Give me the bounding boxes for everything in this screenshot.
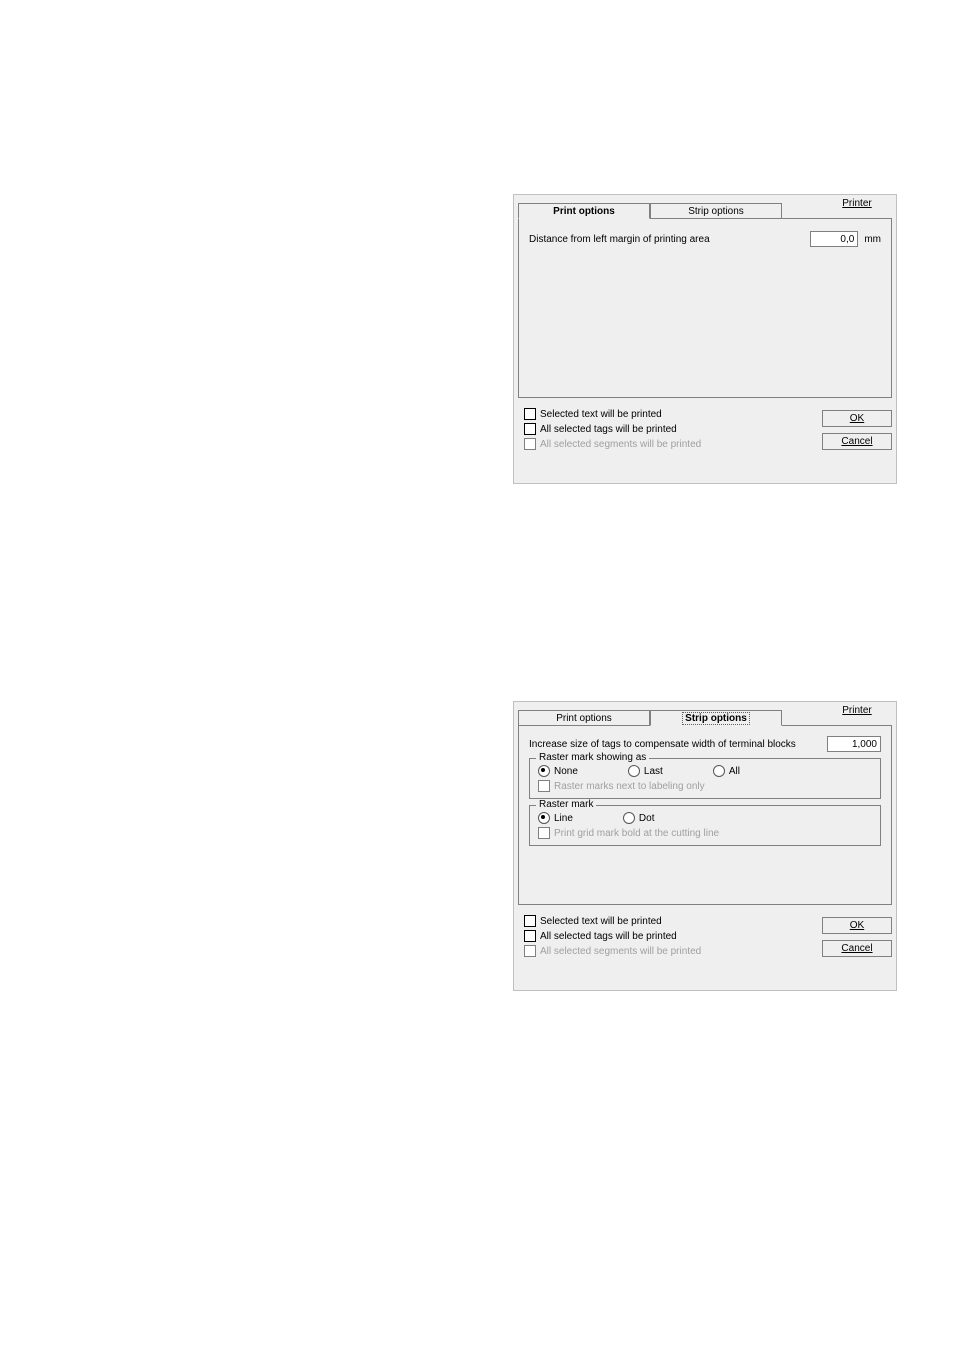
checkbox-icon xyxy=(524,438,536,450)
button-column: OK Cancel xyxy=(822,911,892,960)
distance-unit: mm xyxy=(864,234,881,245)
radio-row: Line Dot xyxy=(538,812,872,824)
group-raster-mark: Raster mark Line Dot Print grid mark bol… xyxy=(529,805,881,846)
cancel-button[interactable]: Cancel xyxy=(822,940,892,957)
side-column: Printer xyxy=(822,705,892,716)
check-next-to-labeling: Raster marks next to labeling only xyxy=(538,780,872,792)
radio-all[interactable]: All xyxy=(713,765,740,777)
distance-label: Distance from left margin of printing ar… xyxy=(529,234,810,245)
ok-button[interactable]: OK xyxy=(822,410,892,427)
checkbox-icon xyxy=(524,423,536,435)
checkbox-icon xyxy=(524,408,536,420)
radio-label: Last xyxy=(644,766,663,777)
group-legend: Raster mark xyxy=(536,799,596,810)
check-bold-grid-mark: Print grid mark bold at the cutting line xyxy=(538,827,872,839)
options-panel: Increase size of tags to compensate widt… xyxy=(518,725,892,905)
group-raster-showing: Raster mark showing as None Last All Ras… xyxy=(529,758,881,799)
radio-last[interactable]: Last xyxy=(628,765,663,777)
checkbox-icon xyxy=(524,930,536,942)
checkbox-icon xyxy=(538,827,550,839)
tab-label: Print options xyxy=(553,206,615,217)
checkbox-icon xyxy=(524,945,536,957)
radio-line[interactable]: Line xyxy=(538,812,573,824)
check-all-segments: All selected segments will be printed xyxy=(524,438,810,450)
increase-input[interactable] xyxy=(827,736,881,752)
radio-label: Line xyxy=(554,813,573,824)
check-all-tags[interactable]: All selected tags will be printed xyxy=(524,423,810,435)
check-label: Selected text will be printed xyxy=(540,916,662,927)
radio-icon xyxy=(713,765,725,777)
cancel-button[interactable]: Cancel xyxy=(822,433,892,450)
tab-print-options[interactable]: Print options xyxy=(518,203,650,219)
check-column: Selected text will be printed All select… xyxy=(518,404,816,453)
radio-icon xyxy=(623,812,635,824)
bottom-area: Selected text will be printed All select… xyxy=(518,404,892,453)
check-label: Print grid mark bold at the cutting line xyxy=(554,828,719,839)
button-label: Cancel xyxy=(841,436,872,447)
check-selected-text[interactable]: Selected text will be printed xyxy=(524,915,810,927)
group-legend: Raster mark showing as xyxy=(536,752,649,763)
button-column: OK Cancel xyxy=(822,404,892,453)
check-label: All selected tags will be printed xyxy=(540,424,677,435)
tab-label: Strip options xyxy=(683,713,749,724)
print-dialog-strip-options: Print options Strip options Printer Incr… xyxy=(513,701,897,991)
button-label: Cancel xyxy=(841,943,872,954)
radio-label: All xyxy=(729,766,740,777)
radio-none[interactable]: None xyxy=(538,765,578,777)
radio-dot[interactable]: Dot xyxy=(623,812,655,824)
tab-label: Strip options xyxy=(688,206,744,217)
increase-label: Increase size of tags to compensate widt… xyxy=(529,739,827,750)
check-label: All selected segments will be printed xyxy=(540,946,701,957)
check-label: All selected tags will be printed xyxy=(540,931,677,942)
checkbox-icon xyxy=(538,780,550,792)
check-all-segments: All selected segments will be printed xyxy=(524,945,810,957)
printer-link[interactable]: Printer xyxy=(842,705,871,716)
bottom-area: Selected text will be printed All select… xyxy=(518,911,892,960)
check-label: All selected segments will be printed xyxy=(540,439,701,450)
tab-strip-options[interactable]: Strip options xyxy=(650,710,782,726)
check-label: Raster marks next to labeling only xyxy=(554,781,705,792)
radio-label: None xyxy=(554,766,578,777)
radio-label: Dot xyxy=(639,813,655,824)
options-panel: Distance from left margin of printing ar… xyxy=(518,218,892,398)
check-all-tags[interactable]: All selected tags will be printed xyxy=(524,930,810,942)
radio-icon xyxy=(538,812,550,824)
tab-label: Print options xyxy=(556,713,612,724)
tab-print-options[interactable]: Print options xyxy=(518,710,650,725)
distance-input[interactable] xyxy=(810,231,858,247)
button-label: OK xyxy=(850,413,864,424)
radio-row: None Last All xyxy=(538,765,872,777)
tab-strip-options[interactable]: Strip options xyxy=(650,203,782,218)
check-label: Selected text will be printed xyxy=(540,409,662,420)
side-column: Printer xyxy=(822,198,892,209)
check-column: Selected text will be printed All select… xyxy=(518,911,816,960)
radio-icon xyxy=(628,765,640,777)
ok-button[interactable]: OK xyxy=(822,917,892,934)
checkbox-icon xyxy=(524,915,536,927)
print-dialog-print-options: Print options Strip options Printer Dist… xyxy=(513,194,897,484)
printer-link[interactable]: Printer xyxy=(842,198,871,209)
button-label: OK xyxy=(850,920,864,931)
radio-icon xyxy=(538,765,550,777)
check-selected-text[interactable]: Selected text will be printed xyxy=(524,408,810,420)
